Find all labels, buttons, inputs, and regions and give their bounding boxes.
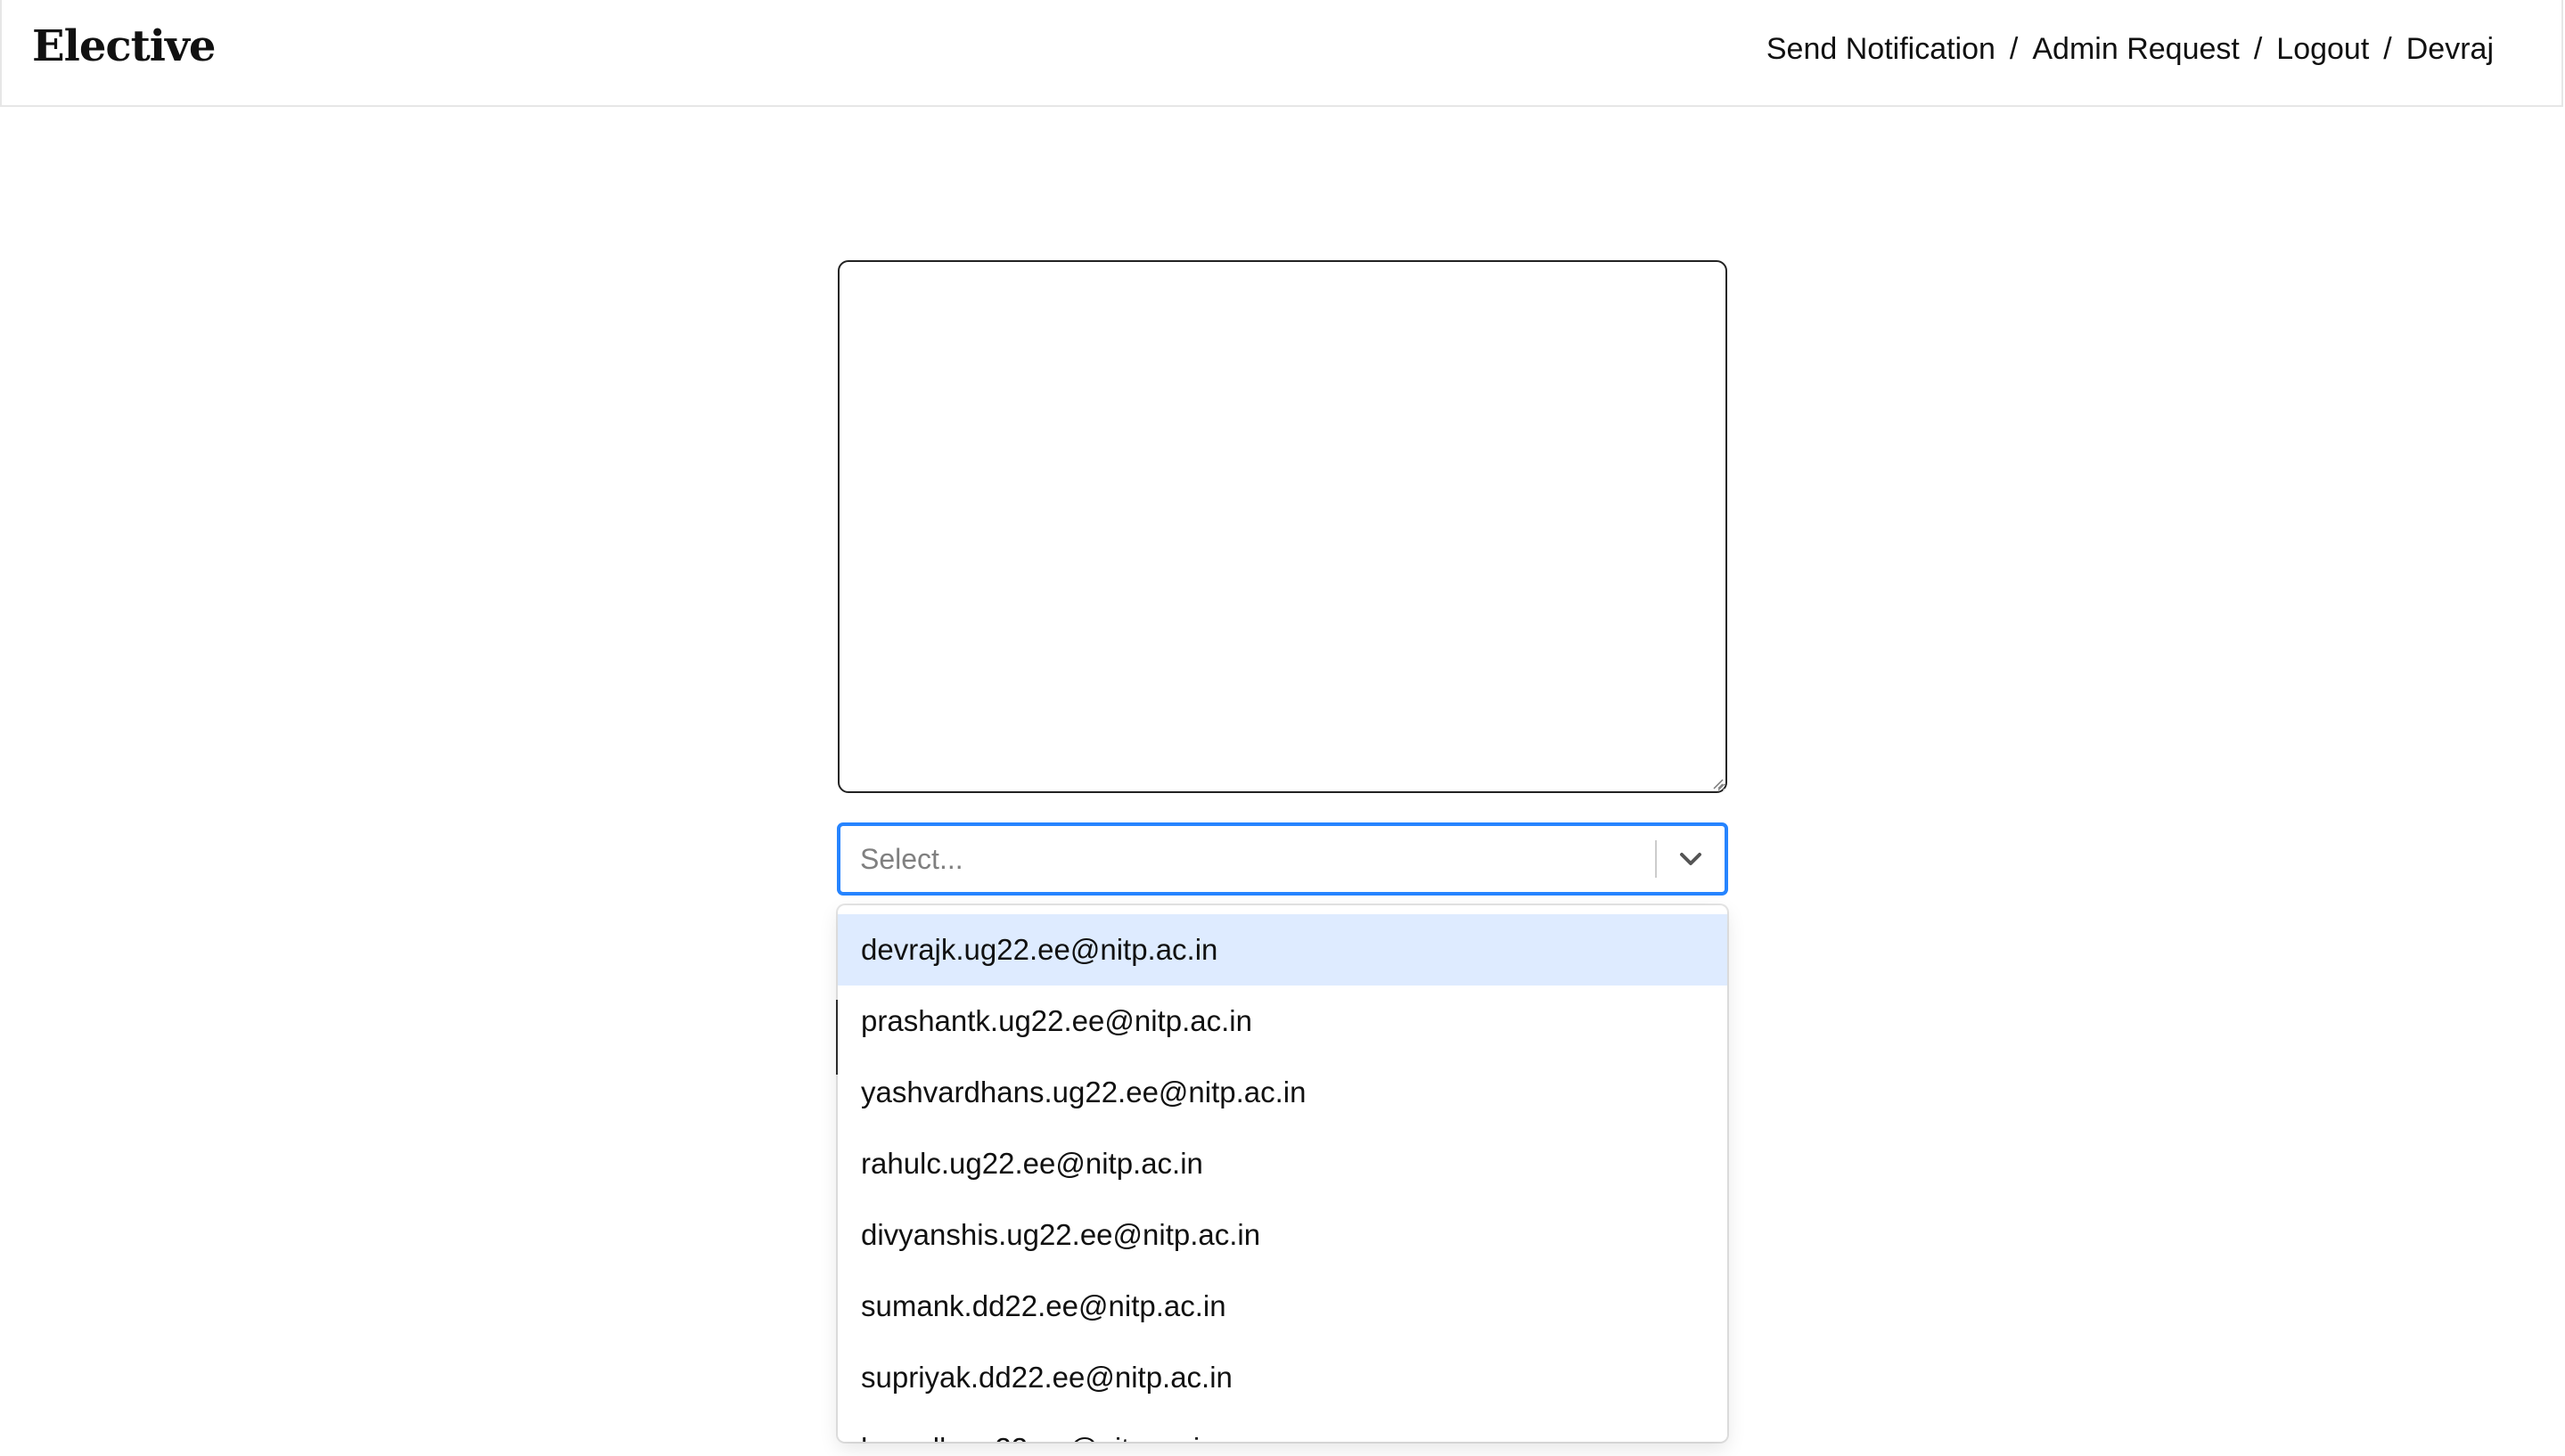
- nav-separator: /: [2253, 32, 2263, 66]
- top-navbar: Elective Send Notification / Admin Reque…: [0, 0, 2563, 107]
- select-dropdown-toggle[interactable]: [1657, 825, 1725, 893]
- select-option[interactable]: yashvardhans.ug22.ee@nitp.ac.in: [838, 1057, 1727, 1128]
- select-option[interactable]: kamalk.ug22.ee@nitp.ac.in: [838, 1413, 1727, 1442]
- chevron-down-icon: [1680, 853, 1701, 865]
- recipient-select-menu: devrajk.ug22.ee@nitp.ac.in prashantk.ug2…: [838, 905, 1727, 1442]
- recipient-select-placeholder[interactable]: Select...: [840, 843, 1655, 876]
- recipient-select[interactable]: Select...: [838, 823, 1727, 895]
- select-option[interactable]: sumank.dd22.ee@nitp.ac.in: [838, 1271, 1727, 1342]
- select-option[interactable]: supriyak.dd22.ee@nitp.ac.in: [838, 1342, 1727, 1413]
- nav-user-profile-link[interactable]: Devraj: [2406, 32, 2494, 67]
- brand-logo[interactable]: Elective: [32, 21, 216, 71]
- nav-logout-link[interactable]: Logout: [2276, 32, 2369, 67]
- notification-message-textarea[interactable]: [838, 260, 1727, 793]
- select-option[interactable]: prashantk.ug22.ee@nitp.ac.in: [838, 986, 1727, 1057]
- nav-admin-request-link[interactable]: Admin Request: [2032, 32, 2239, 67]
- nav-separator: /: [2383, 32, 2392, 66]
- select-option[interactable]: rahulc.ug22.ee@nitp.ac.in: [838, 1128, 1727, 1199]
- nav-links: Send Notification / Admin Request / Logo…: [1766, 32, 2494, 67]
- nav-send-notification-link[interactable]: Send Notification: [1766, 32, 1995, 67]
- select-option[interactable]: divyanshis.ug22.ee@nitp.ac.in: [838, 1199, 1727, 1271]
- select-option[interactable]: devrajk.ug22.ee@nitp.ac.in: [838, 914, 1727, 986]
- nav-separator: /: [2009, 32, 2019, 66]
